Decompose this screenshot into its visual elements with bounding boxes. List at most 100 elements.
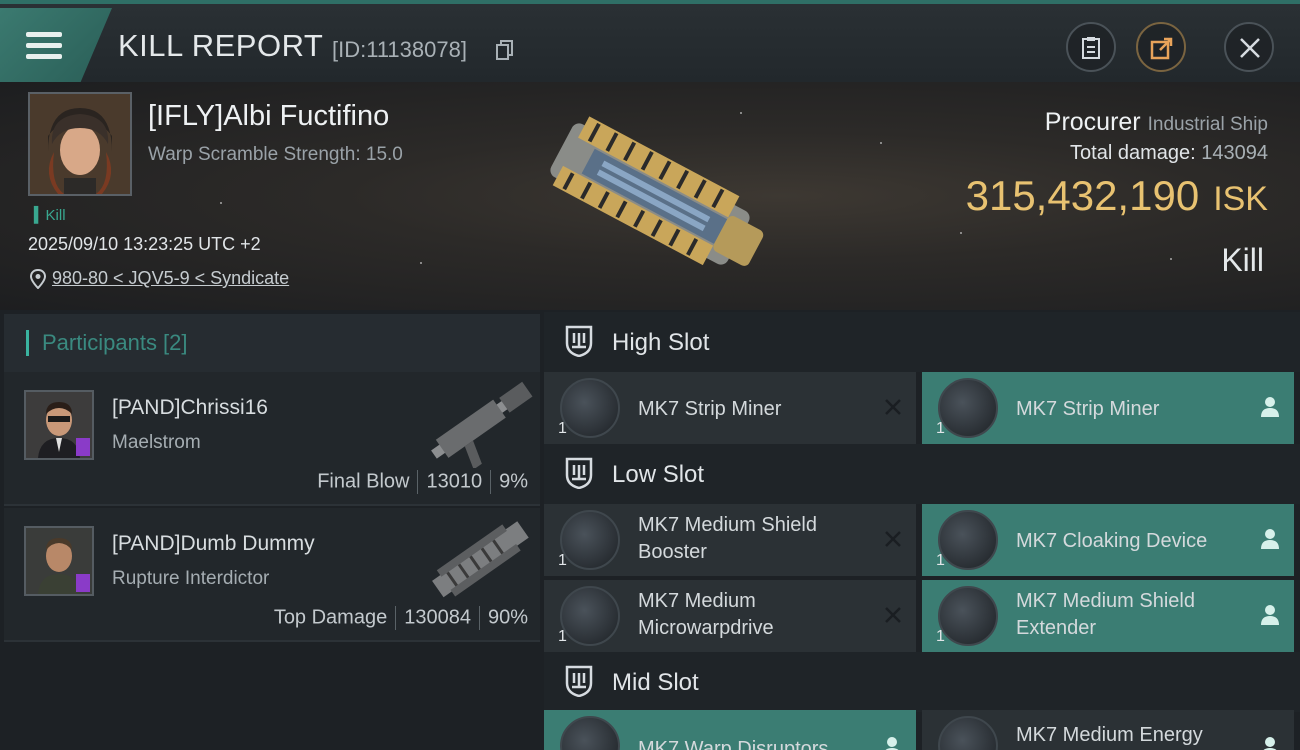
module-item[interactable]: 1 MK7 Strip Miner — [544, 372, 916, 444]
module-name: MK7 Warp Disruptors — [638, 738, 829, 750]
clipboard-button[interactable] — [1066, 22, 1116, 72]
module-item[interactable]: MK7 Medium Energy — [922, 710, 1294, 750]
slot-label: Low Slot — [612, 461, 705, 488]
total-damage: Total damage: 143094 — [1070, 142, 1268, 165]
mid-slot-header: Mid Slot — [544, 652, 1300, 712]
warp-scramble-strength: Warp Scramble Strength: 15.0 — [148, 144, 403, 165]
module-name: MK7 Medium Shield Booster — [638, 514, 817, 563]
module-name: MK7 Medium Shield Extender — [1016, 590, 1195, 639]
strip-miner-icon — [938, 378, 998, 438]
slot-label: Mid Slot — [612, 669, 699, 696]
shield-slot-icon — [565, 325, 593, 357]
share-icon — [1150, 37, 1173, 60]
fitting-panel: High Slot 1 MK7 Strip Miner 1 MK7 Strip … — [540, 310, 1300, 750]
shield-extender-icon — [938, 586, 998, 646]
ship-name-text: Procurer — [1044, 108, 1141, 136]
participant-ship-image[interactable] — [414, 378, 544, 468]
participant-avatar[interactable] — [24, 390, 94, 460]
module-qty: 1 — [558, 420, 567, 437]
participant-role: Top Damage — [273, 606, 388, 629]
shield-booster-icon — [560, 510, 620, 570]
cloaking-device-icon — [938, 510, 998, 570]
result-label: Kill — [1221, 242, 1264, 278]
person-icon — [1263, 737, 1277, 750]
low-slot-header: Low Slot — [544, 444, 1300, 504]
kill-tag-label: Kill — [45, 207, 66, 224]
victim-avatar[interactable] — [28, 92, 132, 196]
warp-disruptor-icon — [560, 716, 620, 750]
energy-module-icon — [938, 716, 998, 750]
close-button[interactable] — [1224, 22, 1274, 72]
isk-value: 315,432,190 ISK — [966, 172, 1268, 220]
destroyed-icon — [885, 399, 901, 415]
participant-stats: Final Blow 13010 9% — [317, 470, 528, 494]
participant-ship: Rupture Interdictor — [112, 568, 270, 589]
victim-ship-name[interactable]: Procurer Industrial Ship — [1045, 108, 1268, 137]
report-id: [ID:11138078] — [332, 37, 467, 62]
person-icon — [1261, 397, 1279, 417]
module-qty: 1 — [936, 628, 945, 645]
clipboard-icon — [1082, 37, 1100, 59]
module-qty: 1 — [936, 420, 945, 437]
module-item[interactable]: 1 MK7 Medium Microwarpdrive — [544, 580, 916, 652]
module-name: MK7 Cloaking Device — [1016, 530, 1208, 552]
participants-panel: Participants [2] [PAND]Chrissi16 Maelstr… — [0, 310, 540, 750]
module-item[interactable]: MK7 Warp Disruptors — [544, 710, 916, 750]
participant-ship: Maelstrom — [112, 432, 201, 453]
module-item[interactable]: 1 MK7 Medium Shield Booster — [544, 504, 916, 576]
isk-unit: ISK — [1213, 180, 1268, 218]
participant-damage: 130084 — [404, 606, 471, 629]
module-name: MK7 Medium Energy — [1016, 724, 1203, 746]
destroyed-icon — [885, 531, 901, 547]
victim-name[interactable]: [IFLY]Albi Fuctifino — [148, 100, 389, 133]
participant-row[interactable]: [PAND]Dumb Dummy Rupture Interdictor Top… — [4, 508, 540, 642]
victim-ship-image[interactable] — [520, 104, 780, 284]
microwarpdrive-icon — [560, 586, 620, 646]
person-icon — [1261, 529, 1279, 549]
module-item[interactable]: 1 MK7 Medium Shield Extender — [922, 580, 1294, 652]
menu-icon — [26, 32, 62, 60]
module-qty: 1 — [936, 552, 945, 569]
participants-header[interactable]: Participants [2] — [4, 314, 540, 372]
location-link[interactable]: 980-80 < JQV5-9 < Syndicate — [52, 268, 289, 289]
participant-name[interactable]: [PAND]Dumb Dummy — [112, 532, 315, 556]
participant-stats: Top Damage 130084 90% — [274, 606, 528, 630]
participant-avatar[interactable] — [24, 526, 94, 596]
module-name: MK7 Strip Miner — [1016, 398, 1160, 420]
participant-row[interactable]: [PAND]Chrissi16 Maelstrom Final Blow 1301… — [4, 372, 540, 506]
victim-summary: [IFLY]Albi Fuctifino Warp Scramble Stren… — [0, 82, 1300, 310]
shield-slot-icon — [565, 457, 593, 489]
person-icon — [885, 737, 899, 750]
participant-percent: 90% — [487, 606, 528, 629]
close-icon — [1240, 38, 1260, 58]
total-damage-value: 143094 — [1201, 142, 1268, 164]
kill-datetime: 2025/09/10 13:23:25 UTC +2 — [28, 234, 261, 254]
menu-button[interactable] — [0, 8, 112, 82]
participant-ship-image[interactable] — [414, 514, 544, 604]
location-pin-icon — [30, 269, 46, 289]
participant-percent: 9% — [499, 470, 528, 493]
high-slot-header: High Slot — [544, 312, 1300, 372]
module-name: MK7 Strip Miner — [638, 398, 782, 420]
participant-name[interactable]: [PAND]Chrissi16 — [112, 396, 268, 420]
participant-damage: 13010 — [426, 470, 483, 493]
module-item[interactable]: 1 MK7 Strip Miner — [922, 372, 1294, 444]
module-qty: 1 — [558, 628, 567, 645]
person-icon — [1261, 605, 1279, 625]
strip-miner-icon — [560, 378, 620, 438]
module-item[interactable]: 1 MK7 Cloaking Device — [922, 504, 1294, 576]
destroyed-icon — [885, 607, 901, 623]
participant-role: Final Blow — [317, 470, 410, 493]
page-title: KILL REPORT — [118, 28, 324, 63]
slot-label: High Slot — [612, 329, 710, 356]
isk-amount: 315,432,190 — [965, 172, 1200, 219]
module-qty: 1 — [558, 552, 567, 569]
module-name: MK7 Medium Microwarpdrive — [638, 590, 774, 639]
shield-slot-icon — [565, 665, 593, 697]
ship-class-text: Industrial Ship — [1147, 114, 1268, 135]
share-button[interactable] — [1136, 22, 1186, 72]
participants-title: Participants [2] — [42, 330, 188, 355]
kill-tag: ▍Kill — [34, 207, 66, 224]
total-damage-label: Total damage: — [1070, 142, 1196, 164]
copy-icon[interactable] — [496, 40, 514, 60]
